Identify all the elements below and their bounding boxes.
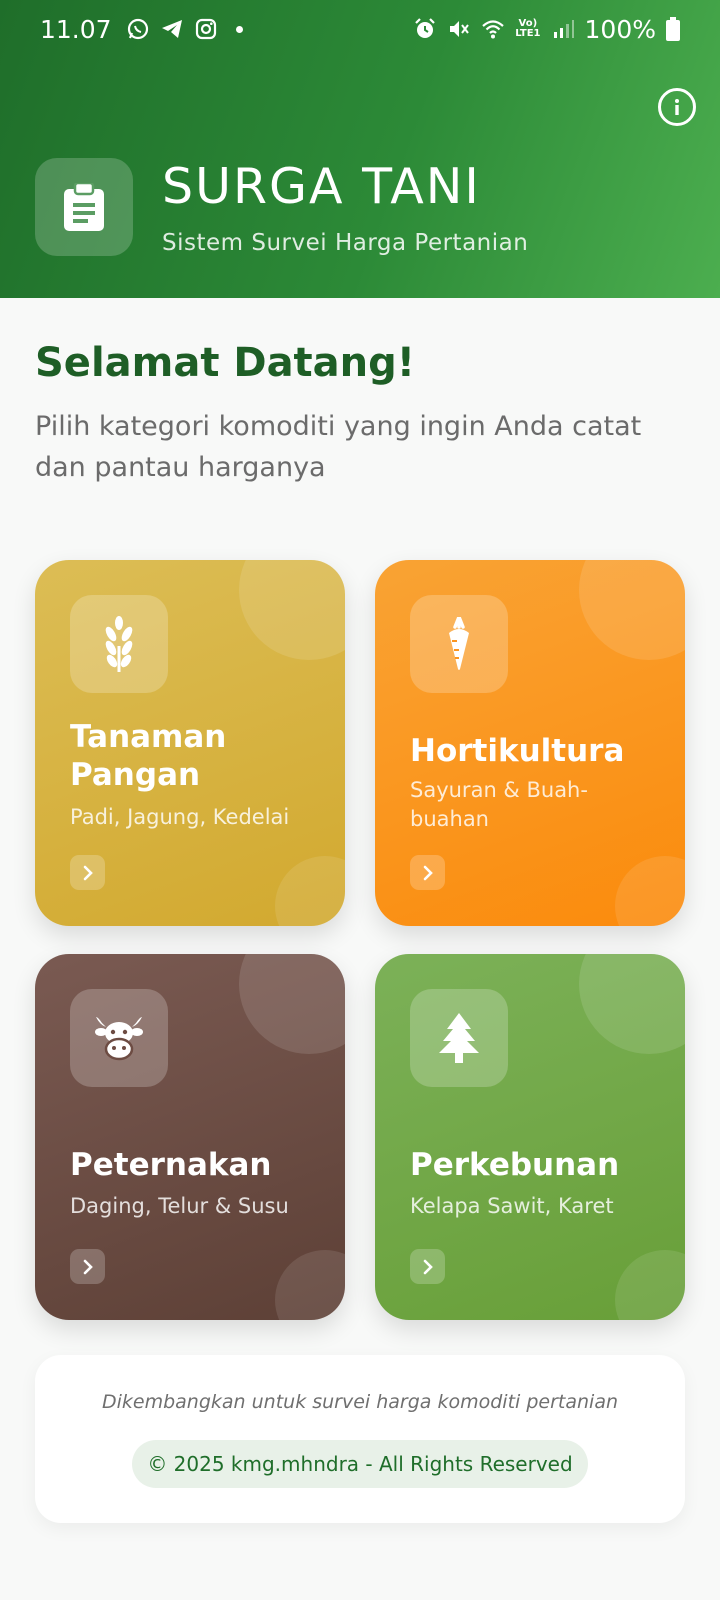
battery-percent: 100% xyxy=(584,14,656,44)
category-card-hortikultura[interactable]: Hortikultura Sayuran & Buah-buahan xyxy=(375,560,685,926)
chevron-right-icon xyxy=(83,865,93,880)
clipboard-icon xyxy=(64,183,104,231)
footer-card: Dikembangkan untuk survei harga komoditi… xyxy=(35,1355,685,1523)
category-subtitle: Kelapa Sawit, Karet xyxy=(410,1194,614,1218)
mute-icon xyxy=(450,21,469,37)
category-icon-box xyxy=(410,989,508,1087)
app-logo xyxy=(35,158,133,256)
welcome-description: Pilih kategori komoditi yang ingin Anda … xyxy=(35,411,642,483)
app-header: 11.07 Vo) LTE1 100% SURGA TANI Sistem Su… xyxy=(0,0,720,298)
lte-label: Vo) LTE1 xyxy=(515,18,541,39)
signal-icon xyxy=(553,20,574,38)
category-title: Peternakan xyxy=(70,1147,272,1183)
category-card-tanaman-pangan[interactable]: Tanaman Pangan Padi, Jagung, Kedelai xyxy=(35,560,345,926)
info-icon xyxy=(675,99,679,115)
category-subtitle: Sayuran & Buah-buahan xyxy=(410,778,588,831)
category-icon-box xyxy=(70,989,168,1087)
cow-icon xyxy=(95,1017,143,1061)
instagram-icon xyxy=(195,18,216,40)
category-subtitle: Padi, Jagung, Kedelai xyxy=(70,805,290,829)
whatsapp-icon xyxy=(127,18,148,40)
status-time: 11.07 xyxy=(40,14,112,44)
carrot-icon xyxy=(449,617,469,670)
card-arrow-button[interactable] xyxy=(410,855,445,890)
app-subtitle: Sistem Survei Harga Pertanian xyxy=(162,230,529,256)
wheat-icon xyxy=(105,616,133,672)
copyright-badge: © 2025 kmg.mhndra - All Rights Reserved xyxy=(132,1440,588,1488)
category-title: Hortikultura xyxy=(410,733,625,769)
chevron-right-icon xyxy=(423,1259,433,1274)
app-title: SURGA TANI xyxy=(162,158,481,215)
chevron-right-icon xyxy=(83,1259,93,1274)
category-card-peternakan[interactable]: Peternakan Daging, Telur & Susu xyxy=(35,954,345,1320)
battery-icon xyxy=(666,17,680,41)
category-icon-box xyxy=(410,595,508,693)
alarm-icon xyxy=(415,18,435,38)
card-arrow-button[interactable] xyxy=(70,855,105,890)
category-title: Tanaman Pangan xyxy=(70,719,227,793)
category-card-perkebunan[interactable]: Perkebunan Kelapa Sawit, Karet xyxy=(375,954,685,1320)
telegram-icon xyxy=(161,20,182,38)
category-subtitle: Daging, Telur & Susu xyxy=(70,1194,289,1218)
welcome-title: Selamat Datang! xyxy=(35,340,416,386)
category-icon-box xyxy=(70,595,168,693)
footer-note: Dikembangkan untuk survei harga komoditi… xyxy=(101,1391,619,1413)
category-title: Perkebunan xyxy=(410,1147,620,1183)
chevron-right-icon xyxy=(423,865,433,880)
card-arrow-button[interactable] xyxy=(70,1249,105,1284)
info-button[interactable] xyxy=(658,88,696,126)
notification-dot-icon xyxy=(235,25,243,33)
wifi-icon xyxy=(482,20,504,39)
card-arrow-button[interactable] xyxy=(410,1249,445,1284)
status-bar: 11.07 Vo) LTE1 100% xyxy=(0,0,720,58)
tree-icon xyxy=(439,1013,479,1063)
